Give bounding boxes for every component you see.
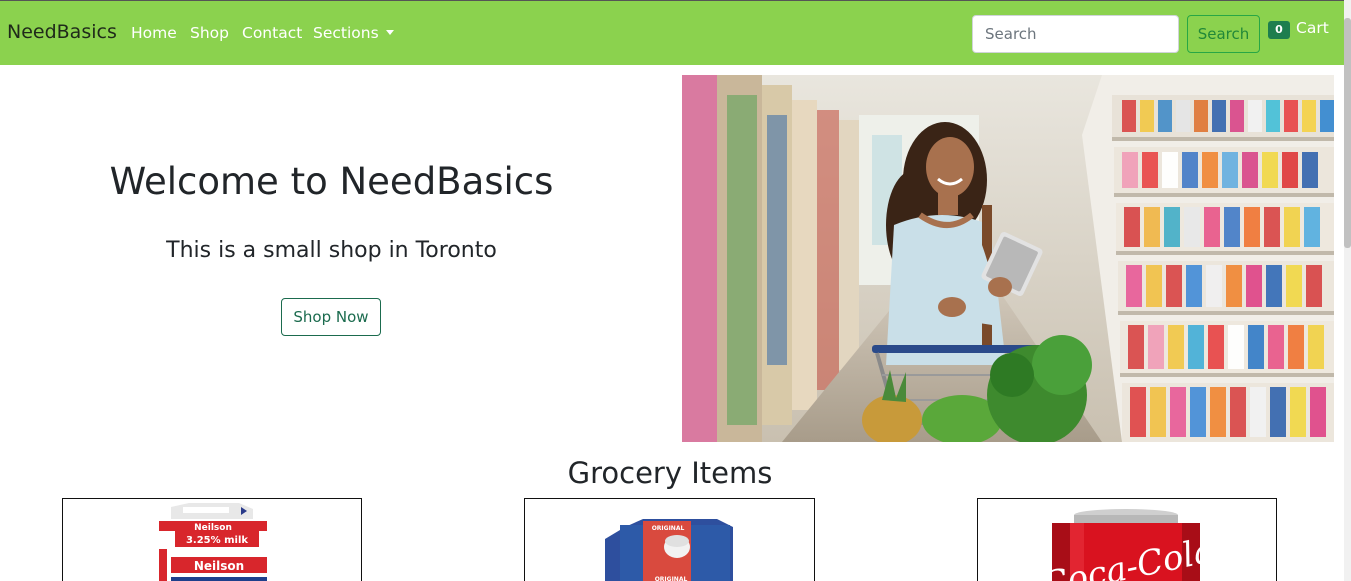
nav-sections-dropdown[interactable]: Sections — [313, 24, 394, 42]
hero-image — [682, 75, 1334, 442]
scrollbar-thumb[interactable] — [1344, 18, 1351, 248]
brand-logo[interactable]: NeedBasics — [7, 21, 117, 43]
coca-cola-can-image: Coca-Cola — [1038, 509, 1218, 581]
chevron-down-icon — [385, 30, 394, 35]
milk-carton-image: Neilson 3.25% milk Neilson — [159, 503, 267, 581]
product-logo-text: ORIGINAL — [655, 576, 688, 581]
nav-sections-label: Sections — [313, 24, 379, 42]
product-logo-text: Neilson — [194, 559, 244, 573]
cart-label: Cart — [1296, 19, 1329, 37]
blue-carton-image: ORIGINAL ORIGINAL — [605, 519, 733, 581]
hero-title: Welcome to NeedBasics — [109, 160, 554, 203]
product-label-text: 3.25% milk — [186, 535, 248, 546]
search-input[interactable] — [972, 15, 1179, 53]
product-card[interactable]: Neilson 3.25% milk Neilson — [62, 498, 362, 581]
nav-contact[interactable]: Contact — [242, 24, 302, 42]
cart-count-badge: 0 — [1268, 21, 1290, 39]
nav-home[interactable]: Home — [131, 24, 177, 42]
nav-shop[interactable]: Shop — [190, 24, 229, 42]
section-title: Grocery Items — [567, 456, 773, 490]
product-card[interactable]: Coca-Cola — [977, 498, 1277, 581]
product-logo-text: ORIGINAL — [652, 525, 685, 532]
cart-link[interactable]: 0 Cart — [1268, 19, 1329, 39]
grocery-aisle-shopper-illustration — [682, 75, 1334, 442]
hero-subtitle: This is a small shop in Toronto — [166, 238, 497, 263]
search-button[interactable]: Search — [1187, 15, 1260, 53]
shop-now-button[interactable]: Shop Now — [281, 298, 381, 336]
product-card[interactable]: ORIGINAL ORIGINAL — [524, 498, 815, 581]
navbar: NeedBasics Home Shop Contact Sections Se… — [0, 1, 1344, 65]
page-scrollbar[interactable] — [1344, 0, 1351, 581]
